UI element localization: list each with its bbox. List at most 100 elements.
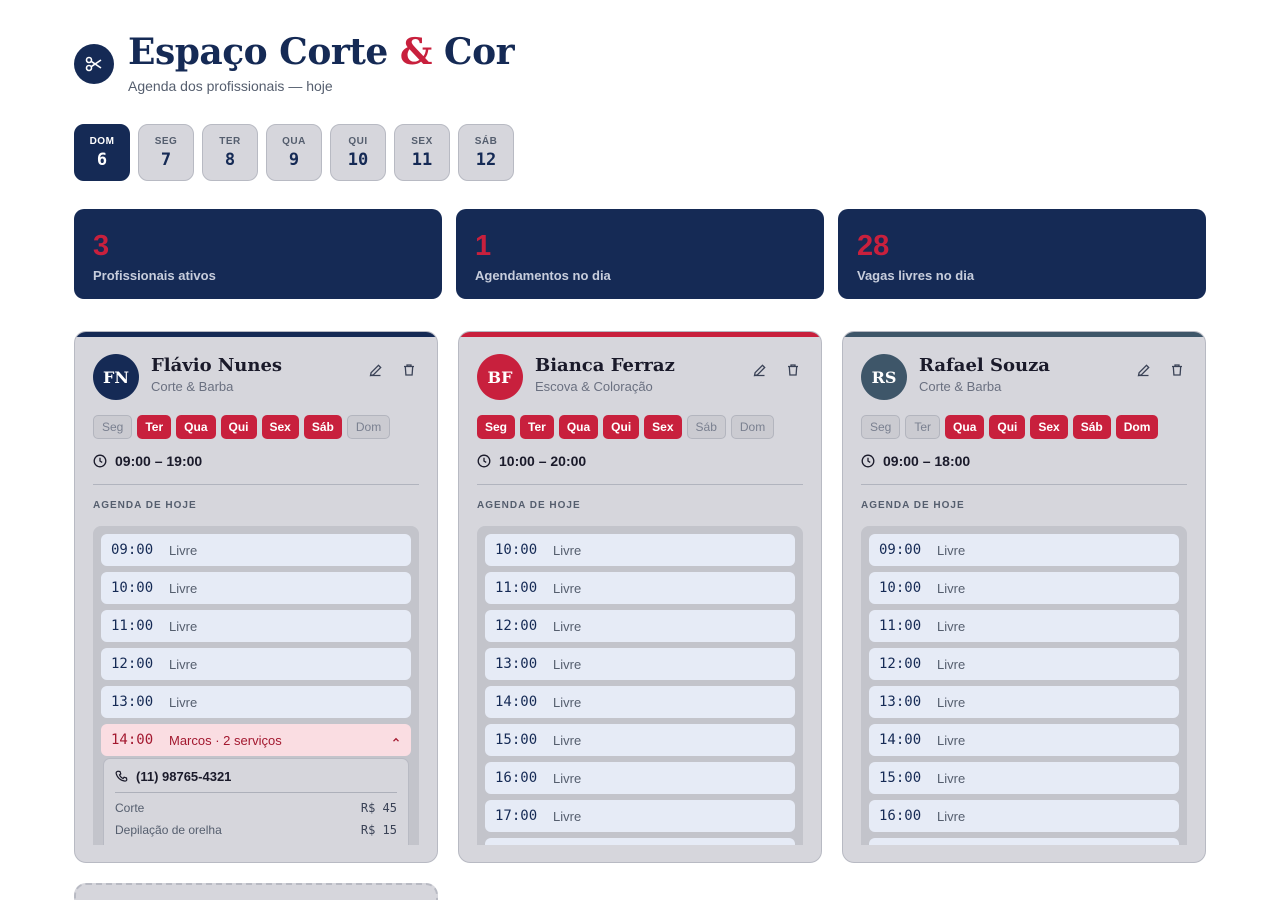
slot-status: Livre	[553, 580, 582, 596]
time-slot[interactable]: 09:00 Livre	[869, 534, 1179, 566]
slot-time: 12:00	[495, 618, 538, 634]
weekday-chip-dom: Dom	[1115, 415, 1159, 439]
slot-status: Livre	[553, 542, 582, 558]
slot-status: Livre	[937, 808, 966, 824]
time-slot[interactable]: 11:00 Livre	[869, 610, 1179, 642]
service-row: Corte R$ 45	[115, 801, 397, 815]
day-pill-12[interactable]: SÁB 12	[458, 124, 514, 181]
agenda-label: AGENDA DE HOJE	[93, 500, 197, 511]
day-pill-9[interactable]: QUA 9	[266, 124, 322, 181]
time-slot[interactable]: 11:00 Livre	[485, 572, 795, 604]
slot-time: 13:00	[495, 656, 538, 672]
professional-info: Rafael Souza Corte & Barba	[919, 355, 1133, 394]
time-slot[interactable]: 17:00 Livre	[485, 800, 795, 832]
phone-icon	[115, 770, 128, 783]
agenda-list[interactable]: 09:00 Livre 10:00 Livre 11:00 Livre 12:00 Livre…	[93, 526, 419, 845]
service-price: R$ 15	[360, 823, 397, 837]
edit-icon[interactable]	[365, 360, 385, 380]
professional-specialty: Corte & Barba	[919, 378, 1002, 394]
slot-status: Livre	[937, 694, 966, 710]
professional-info: Flávio Nunes Corte & Barba	[151, 355, 365, 394]
time-slot[interactable]	[869, 838, 1179, 845]
working-hours-text: 10:00 – 20:00	[499, 453, 587, 469]
booked-slot[interactable]: 14:00 Marcos · 2 serviços	[101, 724, 411, 756]
slot-time: 15:00	[495, 732, 538, 748]
time-slot[interactable]: 11:00 Livre	[101, 610, 411, 642]
trash-icon[interactable]	[1167, 360, 1187, 380]
day-pill-8[interactable]: TER 8	[202, 124, 258, 181]
time-slot[interactable]: 10:00 Livre	[485, 534, 795, 566]
edit-icon[interactable]	[1133, 360, 1153, 380]
trash-icon[interactable]	[783, 360, 803, 380]
time-slot[interactable]: 10:00 Livre	[869, 572, 1179, 604]
slot-status: Livre	[553, 618, 582, 634]
weekday-chip-ter: Ter	[520, 415, 554, 439]
slot-time: 14:00	[111, 732, 154, 748]
service-name: Corte	[115, 801, 145, 815]
day-selector: DOM 6 SEG 7 TER 8 QUA 9 QUI 10 SEX 11 SÁB 12	[74, 124, 514, 181]
working-hours-text: 09:00 – 18:00	[883, 453, 971, 469]
time-slot[interactable]: 13:00 Livre	[485, 648, 795, 680]
time-slot[interactable]: 12:00 Livre	[101, 648, 411, 680]
time-slot[interactable]	[485, 838, 795, 845]
time-slot[interactable]: 16:00 Livre	[485, 762, 795, 794]
time-slot[interactable]: 13:00 Livre	[101, 686, 411, 718]
day-pill-11[interactable]: SEX 11	[394, 124, 450, 181]
time-slot[interactable]: 15:00 Livre	[869, 762, 1179, 794]
day-pill-6[interactable]: DOM 6	[74, 124, 130, 181]
card-actions	[1133, 360, 1187, 380]
time-slot[interactable]: 16:00 Livre	[869, 800, 1179, 832]
agenda-list[interactable]: 10:00 Livre 11:00 Livre 12:00 Livre 13:00 Livre…	[477, 526, 803, 845]
slot-time: 09:00	[111, 542, 154, 558]
agenda-label: AGENDA DE HOJE	[477, 500, 581, 511]
slot-time: 10:00	[879, 580, 922, 596]
day-pill-number: 8	[224, 149, 236, 170]
card-accent-bar	[75, 332, 437, 337]
slot-time: 16:00	[879, 808, 922, 824]
time-slot[interactable]: 15:00 Livre	[485, 724, 795, 756]
time-slot[interactable]: 12:00 Livre	[869, 648, 1179, 680]
working-hours: 10:00 – 20:00	[477, 453, 586, 469]
clock-icon	[477, 454, 491, 468]
stat-card: 28 Vagas livres no dia	[838, 209, 1206, 299]
time-slot[interactable]: 14:00 Livre	[869, 724, 1179, 756]
professional-card: FN Flávio Nunes Corte & Barba Seg Ter Qua Qui S…	[74, 331, 438, 863]
add-professional-card[interactable]	[74, 883, 438, 900]
weekday-chip-qua: Qua	[176, 415, 216, 439]
slot-status: Livre	[937, 770, 966, 786]
trash-icon[interactable]	[399, 360, 419, 380]
time-slot[interactable]: 12:00 Livre	[485, 610, 795, 642]
agenda-list[interactable]: 09:00 Livre 10:00 Livre 11:00 Livre 12:00 Livre…	[861, 526, 1187, 845]
client-phone-number: (11) 98765-4321	[136, 769, 232, 784]
slot-status: Livre	[937, 732, 966, 748]
professional-specialty: Escova & Coloração	[535, 378, 653, 394]
time-slot[interactable]: 14:00 Livre	[485, 686, 795, 718]
stat-value: 3	[93, 230, 110, 262]
day-pill-10[interactable]: QUI 10	[330, 124, 386, 181]
service-name: Depilação de orelha	[115, 823, 222, 837]
avatar: FN	[93, 354, 139, 400]
slot-status: Marcos · 2 serviços	[169, 732, 282, 748]
slot-status: Livre	[937, 542, 966, 558]
slot-status: Livre	[937, 618, 966, 634]
weekday-chip-qui: Qui	[220, 415, 257, 439]
slot-time: 17:00	[495, 808, 538, 824]
slot-time: 13:00	[879, 694, 922, 710]
slot-status: Livre	[169, 656, 198, 672]
scissors-icon	[74, 44, 114, 84]
day-pill-7[interactable]: SEG 7	[138, 124, 194, 181]
time-slot[interactable]: 13:00 Livre	[869, 686, 1179, 718]
card-actions	[365, 360, 419, 380]
day-pill-number: 7	[160, 149, 172, 170]
slot-time: 15:00	[879, 770, 922, 786]
slot-status: Livre	[169, 618, 198, 634]
agenda-label: AGENDA DE HOJE	[861, 500, 965, 511]
avatar: RS	[861, 354, 907, 400]
professional-info: Bianca Ferraz Escova & Coloração	[535, 355, 749, 394]
professional-name: Rafael Souza	[919, 354, 1050, 376]
edit-icon[interactable]	[749, 360, 769, 380]
chevron-up-icon[interactable]	[391, 735, 401, 745]
time-slot[interactable]: 09:00 Livre	[101, 534, 411, 566]
weekday-chip-sáb: Sáb	[1072, 415, 1111, 439]
time-slot[interactable]: 10:00 Livre	[101, 572, 411, 604]
